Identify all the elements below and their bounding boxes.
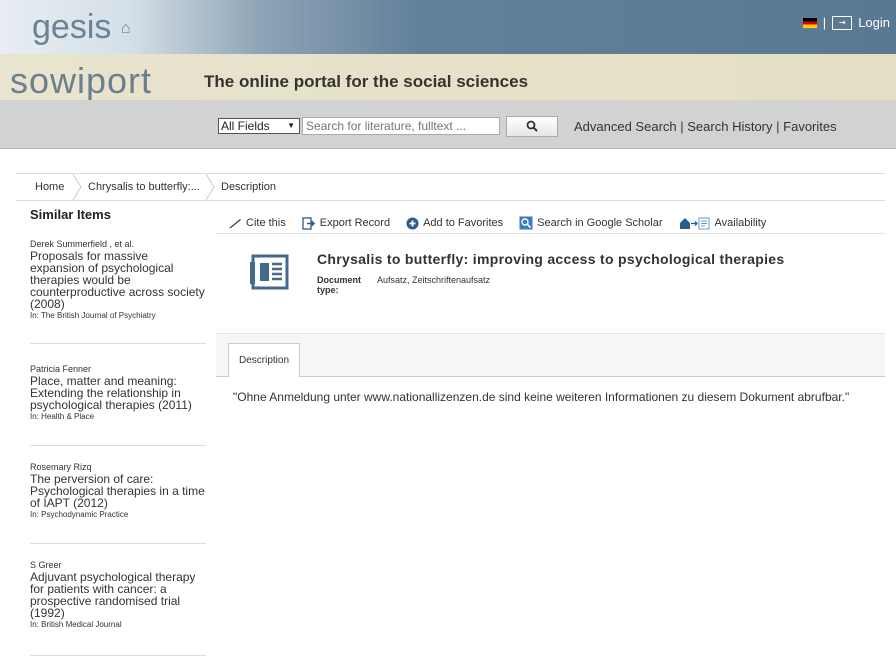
- link-separator: |: [680, 119, 684, 134]
- record-title: Chrysalis to butterfly: improving access…: [317, 251, 785, 267]
- search-field-select[interactable]: All Fields ▼: [218, 118, 300, 134]
- top-header: [0, 0, 896, 54]
- similar-item-title[interactable]: Proposals for massive expansion of psych…: [30, 250, 206, 310]
- similar-item: Patricia Fenner Place, matter and meanin…: [30, 364, 206, 421]
- search-history-link[interactable]: Search History: [687, 119, 772, 134]
- similar-item-author[interactable]: Derek Summerfield , et al.: [30, 239, 206, 249]
- header-separator: |: [822, 15, 827, 30]
- dropdown-arrow-icon: ▼: [287, 121, 295, 130]
- advanced-search-link[interactable]: Advanced Search: [574, 119, 677, 134]
- similar-item-title[interactable]: Adjuvant psychological therapy for patie…: [30, 571, 206, 619]
- scholar-label: Search in Google Scholar: [537, 217, 663, 229]
- document-type-icon: [250, 254, 289, 290]
- login-link[interactable]: Login: [858, 15, 890, 30]
- similar-item-title[interactable]: Place, matter and meaning: Extending the…: [30, 375, 206, 411]
- gesis-logo[interactable]: gesis ⌂: [32, 8, 131, 47]
- breadcrumb-chevron-icon: [205, 174, 215, 200]
- tab-bar: [216, 333, 885, 377]
- tagline: The online portal for the social science…: [204, 72, 529, 91]
- export-icon: [302, 216, 315, 230]
- login-icon[interactable]: ⇥: [832, 15, 853, 30]
- divider: [216, 233, 885, 234]
- similar-item-source: In: British Medical Journal: [30, 620, 122, 629]
- export-label: Export Record: [319, 217, 391, 229]
- gesis-logo-text: gesis: [32, 8, 112, 46]
- sowiport-logo[interactable]: sowiport: [10, 60, 152, 102]
- breadcrumb-record[interactable]: Chrysalis to butterfly:...: [88, 174, 200, 200]
- document-type-label: Document type:: [317, 275, 362, 295]
- similar-item-author[interactable]: S Greer: [30, 560, 206, 570]
- header-right: | ⇥ Login: [802, 15, 890, 30]
- record-actions: Cite this Export Record Add to Favorites…: [228, 216, 766, 230]
- tab-underline: [216, 376, 885, 377]
- german-flag-icon[interactable]: [802, 17, 817, 28]
- home-icon: ⌂: [120, 20, 131, 38]
- export-record-button[interactable]: Export Record: [302, 216, 391, 230]
- similar-item-source: In: Psychodynamic Practice: [30, 510, 129, 519]
- search-field-selected: All Fields: [221, 119, 270, 133]
- cite-label: Cite this: [246, 217, 286, 229]
- add-to-favorites-button[interactable]: Add to Favorites: [406, 217, 503, 230]
- breadcrumb: Home Chrysalis to butterfly:... Descript…: [16, 173, 885, 201]
- divider: [30, 343, 206, 344]
- link-separator: |: [776, 119, 780, 134]
- availability-icon: [679, 217, 710, 229]
- favorites-link[interactable]: Favorites: [783, 119, 836, 134]
- divider: [30, 655, 206, 656]
- breadcrumb-home[interactable]: Home: [35, 174, 64, 200]
- tab-description[interactable]: Description: [228, 343, 300, 377]
- favorites-label: Add to Favorites: [423, 217, 504, 229]
- similar-item: Derek Summerfield , et al. Proposals for…: [30, 239, 206, 320]
- plus-circle-icon: [406, 217, 419, 229]
- availability-button[interactable]: Availability: [679, 217, 767, 230]
- search-links: Advanced Search | Search History | Favor…: [574, 119, 837, 134]
- search-input[interactable]: [302, 117, 500, 135]
- search-icon: [526, 120, 538, 132]
- divider: [30, 445, 206, 446]
- breadcrumb-chevron-icon: [72, 174, 82, 200]
- similar-item-author[interactable]: Rosemary Rizq: [30, 462, 206, 472]
- similar-item: Rosemary Rizq The perversion of care: Ps…: [30, 462, 206, 519]
- document-type-value: Aufsatz, Zeitschriftenaufsatz: [377, 275, 491, 285]
- similar-item-source: In: The British Journal of Psychiatry: [30, 311, 156, 320]
- divider: [30, 543, 206, 544]
- similar-item-title[interactable]: The perversion of care: Psychological th…: [30, 473, 206, 509]
- google-scholar-button[interactable]: Search in Google Scholar: [519, 216, 663, 230]
- availability-label: Availability: [714, 217, 767, 229]
- scholar-icon: [519, 216, 533, 230]
- breadcrumb-current: Description: [221, 181, 277, 193]
- pen-icon: [229, 219, 241, 228]
- cite-button[interactable]: Cite this: [228, 217, 286, 229]
- similar-item-author[interactable]: Patricia Fenner: [30, 364, 206, 374]
- similar-items-title: Similar Items: [30, 207, 111, 222]
- similar-item: S Greer Adjuvant psychological therapy f…: [30, 560, 206, 629]
- search-button[interactable]: [506, 116, 558, 137]
- similar-item-source: In: Health & Place: [30, 412, 95, 421]
- description-text: "Ohne Anmeldung unter www.nationallizenz…: [233, 390, 850, 404]
